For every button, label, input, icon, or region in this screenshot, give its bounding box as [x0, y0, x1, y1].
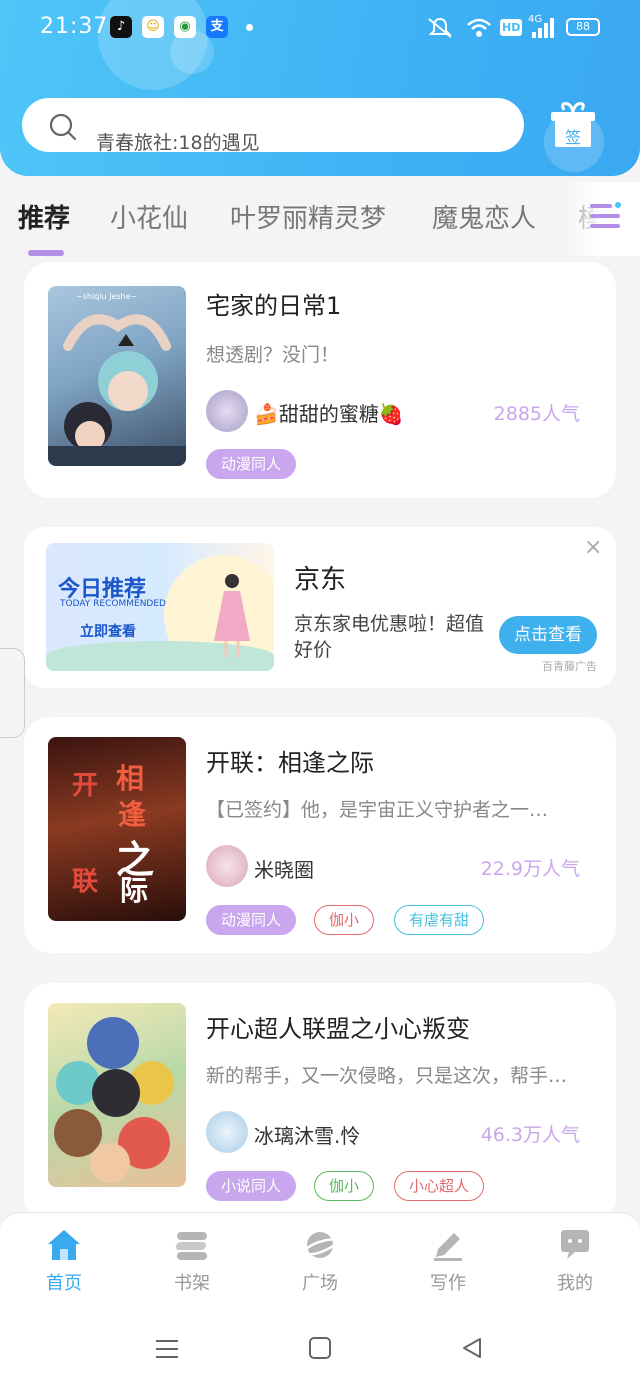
book-tag[interactable]: 有虐有甜 [394, 905, 485, 935]
search-bar[interactable]: 青春旅社:18的遇见 [22, 98, 524, 154]
book-title: 开联：相逢之际 [206, 749, 374, 777]
cover-char: 际 [120, 874, 149, 907]
cover-char: 开 [72, 771, 99, 801]
notification-app-icon: ☺ [142, 16, 164, 38]
status-time: 21:37 [40, 14, 109, 39]
tiktok-icon: ♪ [110, 16, 132, 38]
search-placeholder: 青春旅社:18的遇见 [96, 132, 260, 154]
planet-icon [302, 1232, 338, 1258]
nav-home[interactable]: 首页 [24, 1227, 104, 1295]
author-avatar [206, 390, 248, 432]
author-name: 🍰甜甜的蜜糖🍓 [254, 402, 404, 426]
book-cover: 开 相 逢 之 联 际 [48, 737, 186, 921]
book-tag[interactable]: 动漫同人 [206, 449, 297, 479]
active-tab-indicator [28, 250, 64, 256]
floating-side-handle[interactable] [0, 648, 25, 738]
cover-char: 相 [116, 762, 145, 795]
wifi-icon [467, 18, 491, 37]
home-icon [48, 1230, 80, 1260]
book-cover [48, 1003, 186, 1187]
book-cover: ~shiqiu Jeshe~ [48, 286, 186, 466]
bottom-navigation: 首页 书架 广场 写作 我的 [0, 1212, 640, 1308]
ad-image: 今日推荐 TODAY RECOMMENDED 立即查看 [46, 543, 274, 671]
ad-image-subtitle: TODAY RECOMMENDED [60, 599, 166, 609]
signal-icon [532, 18, 554, 38]
nav-bookshelf[interactable]: 书架 [152, 1227, 232, 1295]
cover-illustration [48, 314, 186, 466]
book-card[interactable]: 开心超人联盟之小心叛变 新的帮手，又一次侵略，只是这次，帮手… 冰璃沐雪.怜 4… [24, 983, 616, 1223]
book-tag[interactable]: 动漫同人 [206, 905, 297, 935]
nav-square[interactable]: 广场 [280, 1227, 360, 1295]
tab-mogui[interactable]: 魔鬼恋人 [432, 198, 536, 235]
book-tag[interactable]: 伽小 [314, 1171, 375, 1201]
nav-label: 书架 [174, 1273, 210, 1294]
sign-in-gift-button[interactable]: 签 [548, 100, 598, 150]
category-menu-icon[interactable] [588, 200, 622, 232]
hd-badge: HD [500, 19, 523, 36]
back-icon[interactable] [460, 1336, 484, 1360]
status-bar: 21:37 ♪ ☺ ◉ 支 HD 4G 88 [0, 0, 640, 56]
search-icon [49, 113, 77, 141]
pen-icon [434, 1233, 462, 1261]
author-avatar [206, 1111, 248, 1153]
author-avatar [206, 845, 248, 887]
battery-indicator: 88 [566, 18, 600, 36]
more-notifications-dot [246, 24, 253, 31]
book-card[interactable]: ~shiqiu Jeshe~ 宅家的日常1 想透剧？没门！ 🍰甜甜的蜜糖🍓 28… [24, 262, 616, 498]
tab-xiaohuaxian[interactable]: 小花仙 [110, 198, 188, 235]
category-tabs: 推荐 小花仙 叶罗丽精灵梦 魔鬼恋人 模 [0, 182, 640, 256]
alipay-icon: 支 [206, 16, 228, 38]
nav-profile[interactable]: 我的 [535, 1227, 615, 1295]
author-name: 冰璃沐雪.怜 [254, 1124, 361, 1148]
book-tag[interactable]: 伽小 [314, 905, 375, 935]
ad-figure [214, 574, 250, 657]
mute-bell-icon [428, 17, 452, 38]
home-square-icon[interactable] [308, 1336, 332, 1360]
author-name: 米晓圈 [254, 858, 314, 882]
book-description: 想透剧？没门！ [206, 344, 340, 366]
popularity-count: 22.9万人气 [480, 858, 580, 880]
cover-caption: ~shiqiu Jeshe~ [76, 292, 138, 301]
popularity-count: 2885人气 [493, 403, 580, 425]
ad-image-button: 立即查看 [80, 624, 136, 640]
nav-label: 首页 [46, 1273, 82, 1294]
recent-apps-icon[interactable] [154, 1338, 180, 1360]
nav-label: 写作 [430, 1273, 466, 1294]
bookshelf-icon [175, 1232, 207, 1260]
ad-close-icon[interactable]: × [584, 535, 602, 560]
book-tag[interactable]: 小说同人 [206, 1171, 297, 1201]
ad-card[interactable]: 今日推荐 TODAY RECOMMENDED 立即查看 京东 京东家电优惠啦！超… [24, 527, 616, 688]
nav-label: 我的 [557, 1273, 593, 1294]
gift-label: 签 [564, 128, 581, 147]
cover-illustration [54, 1017, 174, 1183]
app-header: 21:37 ♪ ☺ ◉ 支 HD 4G 88 青春旅社:18的遇见 签 [0, 0, 640, 176]
nav-write[interactable]: 写作 [408, 1227, 488, 1295]
popularity-count: 46.3万人气 [480, 1124, 580, 1146]
system-navigation-bar [0, 1308, 640, 1387]
ad-title: 京东 [294, 565, 347, 595]
ad-description: 京东家电优惠啦！超值好价 [294, 613, 485, 661]
tab-recommend[interactable]: 推荐 [18, 198, 70, 235]
chat-icon [561, 1230, 589, 1259]
cover-char: 联 [72, 867, 99, 897]
book-tag[interactable]: 小心超人 [394, 1171, 485, 1201]
notification-app-icon: ◉ [174, 16, 196, 38]
book-description: 【已签约】他，是宇宙正义守护者之一… [206, 799, 549, 821]
book-card[interactable]: 开 相 逢 之 联 际 开联：相逢之际 【已签约】他，是宇宙正义守护者之一… 米… [24, 717, 616, 953]
book-title: 宅家的日常1 [206, 292, 342, 320]
cover-char: 逢 [118, 798, 147, 831]
book-title: 开心超人联盟之小心叛变 [206, 1015, 470, 1043]
ad-source: 百青藤广告 [542, 660, 597, 673]
nav-label: 广场 [302, 1273, 338, 1294]
tab-yeluoli[interactable]: 叶罗丽精灵梦 [230, 198, 386, 235]
book-description: 新的帮手，又一次侵略，只是这次，帮手… [206, 1065, 568, 1087]
ad-view-button[interactable]: 点击查看 [499, 616, 597, 654]
